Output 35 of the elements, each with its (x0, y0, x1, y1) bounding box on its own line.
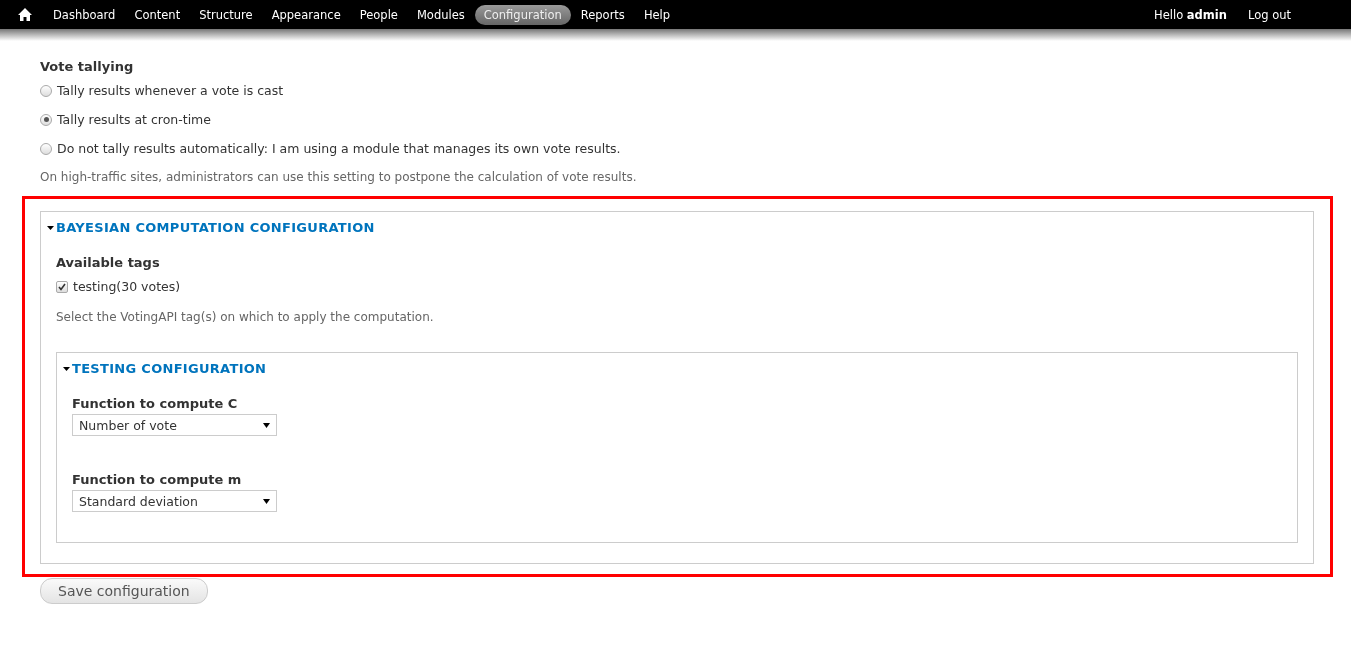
triangle-icon[interactable] (63, 366, 70, 371)
radio-label[interactable]: Tally results at cron-time (57, 112, 211, 127)
toolbar-tab[interactable]: Modules (407, 4, 474, 25)
home-icon[interactable] (18, 8, 32, 21)
field-label: Available tags (56, 255, 160, 270)
checkbox[interactable] (56, 280, 68, 293)
field-description: Select the VotingAPI tag(s) on which to apply the computation. (56, 310, 435, 324)
fieldset-title[interactable]: TESTING CONFIGURATION (72, 361, 267, 376)
logout-link[interactable]: Log out (1247, 7, 1291, 22)
save-button[interactable]: Save configuration (40, 578, 208, 604)
field-label: Function to compute m (72, 472, 242, 487)
field-label: Vote tallying (40, 59, 134, 74)
user-greeting: Hello admin (1154, 7, 1227, 22)
caret-icon (263, 422, 270, 428)
toolbar-tab[interactable]: Dashboard (44, 4, 125, 25)
radio-button[interactable] (40, 113, 52, 126)
caret-icon (263, 498, 270, 504)
radio-button[interactable] (40, 142, 52, 155)
toolbar-tab[interactable]: Appearance (262, 4, 350, 25)
toolbar-tab[interactable]: Reports (571, 4, 634, 25)
radio-button[interactable] (40, 84, 52, 97)
toolbar-tab[interactable]: Help (634, 4, 680, 25)
toolbar-tab[interactable]: People (350, 4, 407, 25)
field-label: Function to compute C (72, 396, 238, 411)
radio-label[interactable]: Tally results whenever a vote is cast (57, 83, 284, 98)
checkbox-label[interactable]: testing(30 votes) (73, 279, 181, 294)
select-field[interactable]: Number of vote (72, 414, 277, 436)
fieldset-title[interactable]: BAYESIAN COMPUTATION CONFIGURATION (56, 220, 375, 235)
radio-label[interactable]: Do not tally results automatically: I am using a module that manages its own vote results. (57, 141, 621, 156)
toolbar-tab[interactable]: Configuration (474, 4, 571, 25)
triangle-icon[interactable] (47, 225, 54, 230)
toolbar-tab[interactable]: Structure (190, 4, 262, 25)
field-description: On high-traffic sites, administrators can use this setting to postpone the calculation of vote results. (40, 170, 638, 184)
select-field[interactable]: Standard deviation (72, 490, 277, 512)
toolbar-tab[interactable]: Content (125, 4, 190, 25)
